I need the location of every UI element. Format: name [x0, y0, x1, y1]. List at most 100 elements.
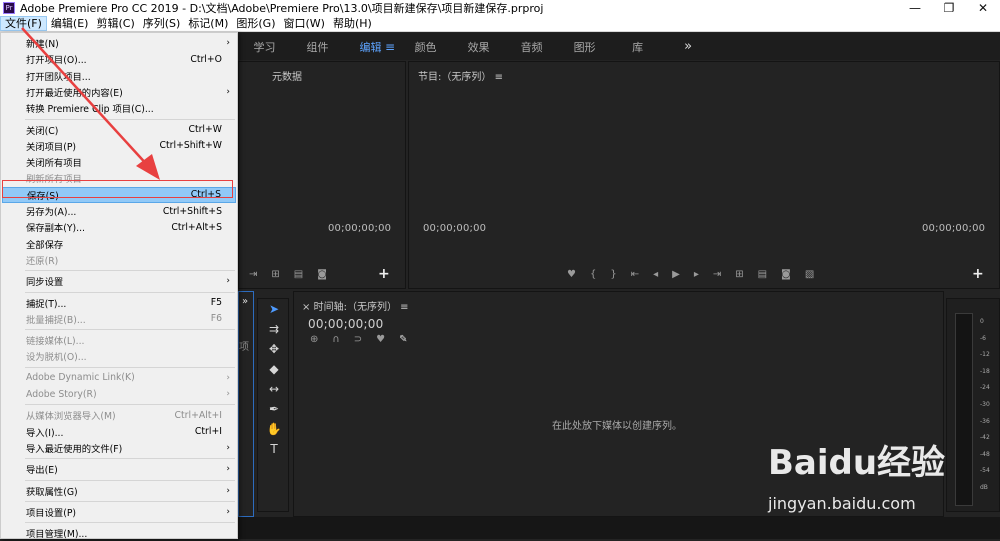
comparison-view-icon[interactable]: ▧ — [805, 269, 814, 280]
type-tool-icon[interactable]: T — [258, 439, 290, 459]
file-menu-item[interactable]: 保存(S) Ctrl+S — [2, 186, 236, 203]
mark-in-icon[interactable]: { — [590, 269, 596, 280]
lift-icon[interactable]: ⊞ — [735, 269, 743, 280]
overwrite-icon[interactable]: ⊞ — [271, 269, 279, 280]
selection-tool-icon[interactable]: ➤ — [258, 299, 290, 319]
timeline-tab-menu-icon[interactable]: ≡ — [400, 302, 408, 313]
file-menu-item-label: 项目设置(P) — [26, 507, 77, 519]
workspace-color[interactable]: 颜色 — [399, 39, 452, 55]
timeline-timecode[interactable]: 00;00;00;00 — [308, 317, 383, 331]
track-select-tool-icon[interactable]: ⇉ — [258, 319, 290, 339]
step-back-icon[interactable]: ◂ — [653, 269, 658, 280]
file-menu-item-label: 关闭所有项目 — [26, 158, 82, 170]
add-marker-timeline-icon[interactable]: ♥ — [376, 334, 385, 345]
workspace-libraries[interactable]: 库 — [611, 39, 664, 55]
camera-icon[interactable]: ◙ — [317, 269, 327, 280]
file-menu-item[interactable]: 打开项目(O)... Ctrl+O — [2, 51, 236, 67]
go-to-out-icon[interactable]: ⇥ — [713, 269, 721, 280]
file-menu-item: 设为脱机(O)... — [2, 348, 236, 364]
program-timecode-current[interactable]: 00;00;00;00 — [423, 223, 486, 234]
menu-marker[interactable]: 标记(M) — [184, 16, 232, 31]
program-add-button-icon[interactable]: + — [972, 266, 984, 282]
file-menu-item[interactable]: 项目设置(P) › — [2, 504, 236, 520]
snap-icon[interactable]: ∩ — [332, 334, 339, 345]
file-menu-item[interactable]: 转换 Premiere Clip 项目(C)... — [2, 100, 236, 116]
file-menu-item[interactable]: 保存副本(Y)... Ctrl+Alt+S — [2, 219, 236, 235]
pen-tool-icon[interactable]: ✒ — [258, 399, 290, 419]
workspace-audio[interactable]: 音频 — [505, 39, 558, 55]
workspace-menu-icon[interactable]: ≡ — [385, 40, 395, 54]
workspace-graphics[interactable]: 图形 — [558, 39, 611, 55]
workspace-effects[interactable]: 效果 — [452, 39, 505, 55]
file-menu-item[interactable]: 导出(E) › — [2, 461, 236, 477]
workspace-more-icon[interactable]: » — [684, 39, 692, 54]
hand-tool-icon[interactable]: ✋ — [258, 419, 290, 439]
menu-separator — [25, 329, 235, 331]
metadata-tab[interactable]: 元数据 — [272, 68, 302, 83]
source-add-button-icon[interactable]: + — [378, 266, 390, 282]
timeline-close-icon[interactable]: × — [302, 302, 310, 313]
file-menu-item[interactable]: 关闭(C) Ctrl+W — [2, 122, 236, 138]
insert-sequence-icon[interactable]: ⊕ — [310, 334, 318, 345]
file-menu-item[interactable]: 导入(I)... Ctrl+I — [2, 424, 236, 440]
file-menu-item[interactable]: 关闭项目(P) Ctrl+Shift+W — [2, 138, 236, 154]
baidu-watermark: Baidu经验 jingyan.baidu.com — [760, 430, 990, 520]
menu-separator — [25, 522, 235, 524]
extract-icon[interactable]: ▤ — [758, 269, 767, 280]
file-menu-item-label: 同步设置 — [26, 277, 64, 289]
timeline-empty-message: 在此处放下媒体以创建序列。 — [552, 421, 682, 432]
file-menu-item[interactable]: 新建(N) › — [2, 35, 236, 51]
insert-icon[interactable]: ⇥ — [249, 269, 257, 280]
minimize-button[interactable]: — — [898, 0, 932, 16]
workspace-assembly[interactable]: 组件 — [291, 39, 344, 55]
file-menu-item[interactable]: 导入最近使用的文件(F) › — [2, 440, 236, 456]
menu-help[interactable]: 帮助(H) — [329, 16, 376, 31]
timeline-tab[interactable]: × 时间轴:（无序列） ≡ — [302, 298, 409, 313]
add-marker-icon[interactable]: ♥ — [567, 269, 576, 280]
file-menu-item-label: 全部保存 — [26, 239, 64, 251]
restore-button[interactable]: ❐ — [932, 0, 966, 16]
mark-out-icon[interactable]: } — [610, 269, 616, 280]
program-tab-menu-icon[interactable]: ≡ — [495, 72, 503, 83]
file-menu-item[interactable]: 同步设置 › — [2, 273, 236, 289]
file-menu-item[interactable]: 全部保存 — [2, 236, 236, 252]
export-frame-alt-icon[interactable]: ▤ — [294, 269, 303, 280]
menu-clip[interactable]: 剪辑(C) — [92, 16, 138, 31]
menu-file[interactable]: 文件(F) — [0, 16, 47, 31]
submenu-chevron-icon: › — [226, 442, 230, 453]
step-forward-icon[interactable]: ▸ — [694, 269, 699, 280]
file-menu-item: Adobe Story(R) › — [2, 386, 236, 402]
source-controls: ⇥ ⊞ ▤ ◙ — [249, 269, 327, 280]
slip-tool-icon[interactable]: ↔ — [258, 379, 290, 399]
razor-tool-icon[interactable]: ◆ — [258, 359, 290, 379]
project-panel-label: 项 — [239, 342, 249, 353]
menu-sequence[interactable]: 序列(S) — [139, 16, 185, 31]
wrench-icon[interactable]: ✎ — [399, 334, 407, 345]
title-bar: Pr Adobe Premiere Pro CC 2019 - D:\文档\Ad… — [0, 0, 1000, 16]
linked-selection-icon[interactable]: ⊃ — [354, 334, 362, 345]
file-menu-item[interactable]: 获取属性(G) › — [2, 483, 236, 499]
file-menu-item-label: 刷新所有项目 — [26, 174, 82, 186]
export-frame-icon[interactable]: ◙ — [781, 269, 791, 280]
file-menu-item[interactable]: 打开最近使用的内容(E) › — [2, 84, 236, 100]
file-menu-item[interactable]: 另存为(A)... Ctrl+Shift+S — [2, 203, 236, 219]
menu-edit[interactable]: 编辑(E) — [47, 16, 93, 31]
workspace-learn[interactable]: 学习 — [238, 39, 291, 55]
file-menu-item[interactable]: 捕捉(T)... F5 — [2, 295, 236, 311]
file-menu-item-label: 从媒体浏览器导入(M) — [26, 411, 116, 423]
source-timecode[interactable]: 00;00;00;00 — [328, 223, 391, 234]
close-button[interactable]: ✕ — [966, 0, 1000, 16]
menu-graphics[interactable]: 图形(G) — [232, 16, 279, 31]
menu-window[interactable]: 窗口(W) — [280, 16, 329, 31]
file-menu-item[interactable]: 关闭所有项目 — [2, 154, 236, 170]
menu-separator — [25, 404, 235, 406]
file-menu-item-label: 打开最近使用的内容(E) — [26, 87, 123, 99]
file-menu-item-label: 打开项目(O)... — [26, 55, 87, 67]
play-icon[interactable]: ▶ — [672, 269, 680, 280]
file-menu-item[interactable]: 打开团队项目... — [2, 68, 236, 84]
project-panel-more-icon[interactable]: » — [242, 296, 248, 307]
ripple-edit-tool-icon[interactable]: ✥ — [258, 339, 290, 359]
file-menu-item: Adobe Dynamic Link(K) › — [2, 370, 236, 386]
go-to-in-icon[interactable]: ⇤ — [631, 269, 639, 280]
program-tab[interactable]: 节目:（无序列） ≡ — [418, 68, 503, 83]
